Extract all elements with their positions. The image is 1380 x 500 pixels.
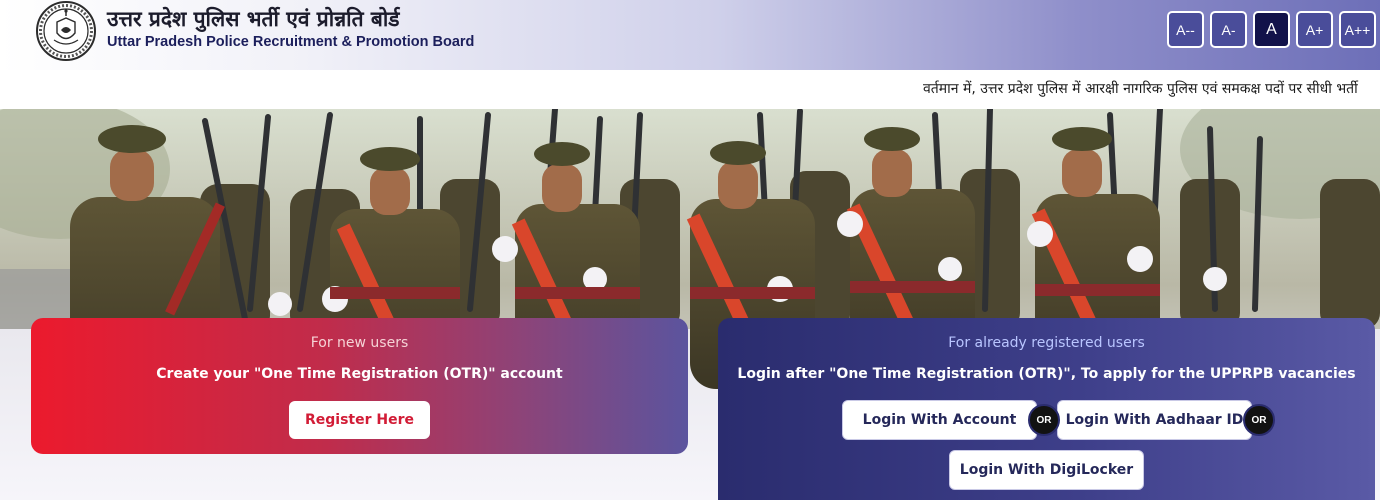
upprpb-emblem-icon[interactable] xyxy=(30,0,102,62)
new-users-subtitle: For new users xyxy=(310,335,409,351)
font-size-larger-button[interactable]: A+ xyxy=(1296,11,1333,48)
login-with-aadhaar-button[interactable]: Login With Aadhaar ID xyxy=(1057,400,1252,440)
or-separator-badge: OR xyxy=(1028,404,1060,436)
login-with-digilocker-button[interactable]: Login With DigiLocker xyxy=(949,450,1144,490)
registered-users-subtitle: For already registered users xyxy=(948,335,1145,351)
or-separator-badge: OR xyxy=(1243,404,1275,436)
login-with-account-button[interactable]: Login With Account xyxy=(842,400,1037,440)
registered-users-card: For already registered users Login after… xyxy=(718,318,1375,500)
new-users-heading: Create your "One Time Registration (OTR)… xyxy=(156,366,563,382)
new-users-card: For new users Create your "One Time Regi… xyxy=(31,318,688,454)
site-header: उत्तर प्रदेश पुलिस भर्ती एवं प्रोन्नति ब… xyxy=(0,0,1380,70)
site-title-hindi: उत्तर प्रदेश पुलिस भर्ती एवं प्रोन्नति ब… xyxy=(107,7,400,31)
font-size-smallest-button[interactable]: A-- xyxy=(1167,11,1204,48)
site-title-english: Uttar Pradesh Police Recruitment & Promo… xyxy=(107,34,475,50)
register-here-button[interactable]: Register Here xyxy=(289,401,430,439)
news-ticker: वर्तमान में, उत्तर प्रदेश पुलिस में आरक्… xyxy=(0,70,1380,109)
font-size-controls: A-- A- A A+ A++ xyxy=(1167,11,1376,48)
font-size-default-button[interactable]: A xyxy=(1253,11,1290,48)
font-size-largest-button[interactable]: A++ xyxy=(1339,11,1376,48)
ticker-text[interactable]: वर्तमान में, उत्तर प्रदेश पुलिस में आरक्… xyxy=(923,79,1358,98)
registered-users-heading: Login after "One Time Registration (OTR)… xyxy=(737,366,1356,382)
font-size-smaller-button[interactable]: A- xyxy=(1210,11,1247,48)
